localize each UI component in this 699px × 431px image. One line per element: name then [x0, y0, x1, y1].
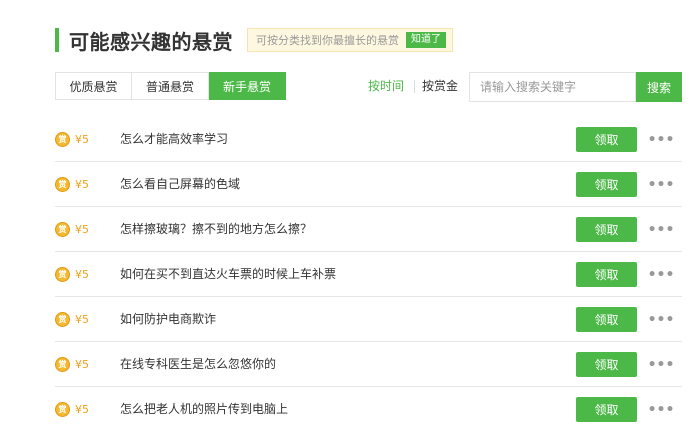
reward-amount: ¥5 [75, 178, 89, 191]
list-item: 赏 ¥5 如何在买不到直达火车票的时候上车补票 领取 ••• [55, 252, 682, 297]
reward-amount: ¥5 [75, 403, 89, 416]
claim-button[interactable]: 领取 [576, 352, 637, 377]
question-title[interactable]: 在线专科医生是怎么忽悠你的 [120, 342, 276, 387]
more-options-icon[interactable]: ••• [647, 397, 675, 422]
more-options-icon[interactable]: ••• [647, 127, 675, 152]
more-options-icon[interactable]: ••• [647, 352, 675, 377]
claim-button[interactable]: 领取 [576, 127, 637, 152]
search-button[interactable]: 搜索 [636, 72, 682, 102]
header-accent-bar [55, 28, 59, 52]
more-dots: ••• [647, 176, 675, 193]
claim-button[interactable]: 领取 [576, 307, 637, 332]
coin-icon: 赏 [55, 357, 70, 372]
tab-newbie-bounty[interactable]: 新手悬赏 [209, 72, 286, 100]
search-input[interactable] [469, 72, 636, 102]
question-title[interactable]: 如何在买不到直达火车票的时候上车补票 [120, 252, 336, 297]
tip-banner: 可按分类找到你最擅长的悬赏 知道了 [247, 28, 453, 52]
list-item: 赏 ¥5 如何防护电商欺诈 领取 ••• [55, 297, 682, 342]
more-options-icon[interactable]: ••• [647, 262, 675, 287]
question-title[interactable]: 怎样擦玻璃？擦不到的地方怎么擦？ [120, 207, 312, 252]
list-item: 赏 ¥5 怎么才能高效率学习 领取 ••• [55, 117, 682, 162]
filter-bar: 优质悬赏 普通悬赏 新手悬赏 按时间 按赏金 搜索 [55, 72, 682, 102]
more-dots: ••• [647, 131, 675, 148]
sort-divider [414, 80, 415, 93]
reward-amount: ¥5 [75, 358, 89, 371]
page-title: 可能感兴趣的悬赏 [69, 29, 233, 54]
coin-icon: 赏 [55, 402, 70, 417]
claim-button[interactable]: 领取 [576, 217, 637, 242]
more-dots: ••• [647, 266, 675, 283]
list-item: 赏 ¥5 怎么看自己屏幕的色域 领取 ••• [55, 162, 682, 207]
claim-button[interactable]: 领取 [576, 262, 637, 287]
section-header: 可能感兴趣的悬赏 可按分类找到你最擅长的悬赏 知道了 [55, 26, 453, 54]
more-options-icon[interactable]: ••• [647, 172, 675, 197]
claim-button[interactable]: 领取 [576, 172, 637, 197]
bounty-tabs: 优质悬赏 普通悬赏 新手悬赏 [55, 72, 286, 100]
more-dots: ••• [647, 311, 675, 328]
question-title[interactable]: 怎么把老人机的照片传到电脑上 [120, 387, 288, 431]
coin-icon: 赏 [55, 222, 70, 237]
question-title[interactable]: 如何防护电商欺诈 [120, 297, 216, 342]
more-options-icon[interactable]: ••• [647, 217, 675, 242]
more-dots: ••• [647, 221, 675, 238]
tip-dismiss-button[interactable]: 知道了 [406, 32, 446, 48]
reward-amount: ¥5 [75, 268, 89, 281]
more-options-icon[interactable]: ••• [647, 307, 675, 332]
reward-amount: ¥5 [75, 313, 89, 326]
sort-by-bounty[interactable]: 按赏金 [422, 72, 458, 100]
question-list: 赏 ¥5 怎么才能高效率学习 领取 ••• 赏 ¥5 怎么看自己屏幕的色域 领取 ••• 赏 ¥5 怎样… [55, 117, 682, 431]
more-dots: ••• [647, 401, 675, 418]
coin-icon: 赏 [55, 267, 70, 282]
more-dots: ••• [647, 356, 675, 373]
list-item: 赏 ¥5 怎样擦玻璃？擦不到的地方怎么擦？ 领取 ••• [55, 207, 682, 252]
list-item: 赏 ¥5 怎么把老人机的照片传到电脑上 领取 ••• [55, 387, 682, 431]
coin-icon: 赏 [55, 132, 70, 147]
tab-normal-bounty[interactable]: 普通悬赏 [132, 72, 209, 100]
list-item: 赏 ¥5 在线专科医生是怎么忽悠你的 领取 ••• [55, 342, 682, 387]
claim-button[interactable]: 领取 [576, 397, 637, 422]
coin-icon: 赏 [55, 312, 70, 327]
question-title[interactable]: 怎么看自己屏幕的色域 [120, 162, 240, 207]
tip-text: 可按分类找到你最擅长的悬赏 [256, 34, 399, 47]
reward-amount: ¥5 [75, 223, 89, 236]
reward-amount: ¥5 [75, 133, 89, 146]
sort-by-time[interactable]: 按时间 [368, 72, 404, 100]
coin-icon: 赏 [55, 177, 70, 192]
tab-premium-bounty[interactable]: 优质悬赏 [55, 72, 132, 100]
question-title[interactable]: 怎么才能高效率学习 [120, 117, 228, 162]
